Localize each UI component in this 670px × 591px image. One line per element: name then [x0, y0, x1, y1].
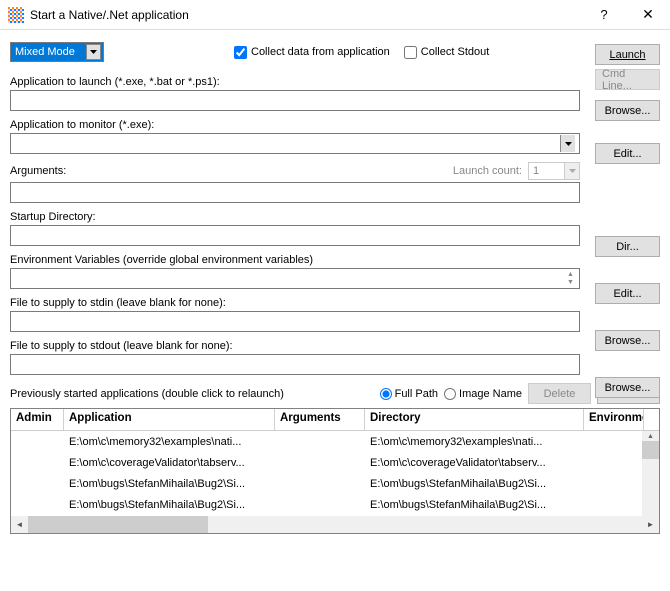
collect-stdout-input[interactable]	[404, 46, 417, 59]
chevron-up-icon[interactable]: ▲	[642, 431, 659, 441]
prev-apps-table: Admin Application Arguments Directory En…	[10, 408, 660, 534]
app-launch-label: Application to launch (*.exe, *.bat or *…	[10, 76, 580, 88]
cell-admin	[11, 482, 64, 486]
col-arguments[interactable]: Arguments	[275, 409, 365, 430]
cell-directory: E:\om\c\memory32\examples\nati...	[365, 434, 584, 450]
delete-button[interactable]: Delete	[528, 383, 591, 404]
edit-monitor-button[interactable]: Edit...	[595, 143, 660, 164]
collect-stdout-checkbox[interactable]: Collect Stdout	[404, 46, 489, 59]
stdin-label: File to supply to stdin (leave blank for…	[10, 297, 580, 309]
chevron-up-icon[interactable]: ▲	[563, 270, 578, 279]
table-row[interactable]: E:\om\c\coverageValidator\tabserv... E:\o…	[11, 452, 659, 473]
mode-selected: Mixed Mode	[15, 46, 75, 58]
chevron-left-icon[interactable]: ◄	[11, 520, 28, 529]
table-row[interactable]: E:\om\bugs\StefanMihaila\Bug2\Si... E:\om…	[11, 494, 659, 515]
chevron-down-icon[interactable]	[86, 44, 101, 60]
startup-dir-label: Startup Directory:	[10, 211, 580, 223]
cell-admin	[11, 503, 64, 507]
browse-stdin-button[interactable]: Browse...	[595, 330, 660, 351]
arguments-input[interactable]	[10, 182, 580, 203]
col-admin[interactable]: Admin	[11, 409, 64, 430]
cell-arguments	[275, 461, 365, 465]
table-header: Admin Application Arguments Directory En…	[11, 409, 659, 431]
launch-button[interactable]: Launch	[595, 44, 660, 65]
cell-environment	[584, 461, 644, 465]
image-name-radio[interactable]: Image Name	[444, 388, 522, 400]
cell-admin	[11, 440, 64, 444]
cell-admin	[11, 461, 64, 465]
cell-arguments	[275, 440, 365, 444]
cell-application: E:\om\c\memory32\examples\nati...	[64, 434, 275, 450]
mode-dropdown[interactable]: Mixed Mode	[10, 42, 104, 62]
cell-environment	[584, 503, 644, 507]
startup-dir-input[interactable]	[10, 225, 580, 246]
collect-data-checkbox[interactable]: Collect data from application	[234, 46, 390, 59]
stdout-label: File to supply to stdout (leave blank fo…	[10, 340, 580, 352]
horizontal-scrollbar[interactable]: ◄ ►	[11, 516, 659, 533]
cell-arguments	[275, 482, 365, 486]
launch-count-input[interactable]: 1	[528, 162, 580, 180]
cmdline-button[interactable]: Cmd Line...	[595, 69, 660, 90]
cell-application: E:\om\bugs\StefanMihaila\Bug2\Si...	[64, 497, 275, 513]
cell-directory: E:\om\bugs\StefanMihaila\Bug2\Si...	[365, 497, 584, 513]
app-monitor-label: Application to monitor (*.exe):	[10, 119, 580, 131]
col-directory[interactable]: Directory	[365, 409, 584, 430]
window-title: Start a Native/.Net application	[30, 8, 582, 22]
chevron-down-icon[interactable]: ▼	[563, 279, 578, 288]
table-row[interactable]: E:\om\c\memory32\examples\nati... E:\om\c…	[11, 431, 659, 452]
arguments-label: Arguments:	[10, 165, 66, 177]
chevron-down-icon[interactable]	[564, 163, 579, 179]
cell-directory: E:\om\c\coverageValidator\tabserv...	[365, 455, 584, 471]
cell-environment	[584, 482, 644, 486]
stdin-input[interactable]	[10, 311, 580, 332]
browse-launch-button[interactable]: Browse...	[595, 100, 660, 121]
vertical-scrollbar[interactable]: ▲	[642, 431, 659, 516]
chevron-right-icon[interactable]: ►	[642, 520, 659, 529]
scrollbar-thumb[interactable]	[642, 441, 659, 459]
col-application[interactable]: Application	[64, 409, 275, 430]
stdout-input[interactable]	[10, 354, 580, 375]
app-launch-input[interactable]	[10, 90, 580, 111]
chevron-down-icon[interactable]	[560, 135, 575, 152]
env-vars-label: Environment Variables (override global e…	[10, 254, 580, 266]
titlebar: Start a Native/.Net application ? ✕	[0, 0, 670, 30]
launch-count-label: Launch count:	[453, 165, 522, 177]
env-vars-input[interactable]: ▲▼	[10, 268, 580, 289]
close-button[interactable]: ✕	[626, 0, 670, 30]
prev-apps-label: Previously started applications (double …	[10, 388, 284, 400]
browse-stdout-button[interactable]: Browse...	[595, 377, 660, 398]
table-row[interactable]: E:\om\bugs\StefanMihaila\Bug2\Si... E:\om…	[11, 473, 659, 494]
full-path-radio[interactable]: Full Path	[380, 388, 438, 400]
dir-button[interactable]: Dir...	[595, 236, 660, 257]
collect-data-input[interactable]	[234, 46, 247, 59]
help-button[interactable]: ?	[582, 0, 626, 30]
cell-arguments	[275, 503, 365, 507]
cell-application: E:\om\bugs\StefanMihaila\Bug2\Si...	[64, 476, 275, 492]
edit-env-button[interactable]: Edit...	[595, 283, 660, 304]
cell-directory: E:\om\bugs\StefanMihaila\Bug2\Si...	[365, 476, 584, 492]
col-environment[interactable]: Environment	[584, 409, 644, 430]
cell-environment	[584, 440, 644, 444]
app-icon	[8, 7, 24, 23]
scrollbar-thumb[interactable]	[28, 516, 208, 533]
cell-application: E:\om\c\coverageValidator\tabserv...	[64, 455, 275, 471]
app-monitor-input[interactable]	[10, 133, 580, 154]
